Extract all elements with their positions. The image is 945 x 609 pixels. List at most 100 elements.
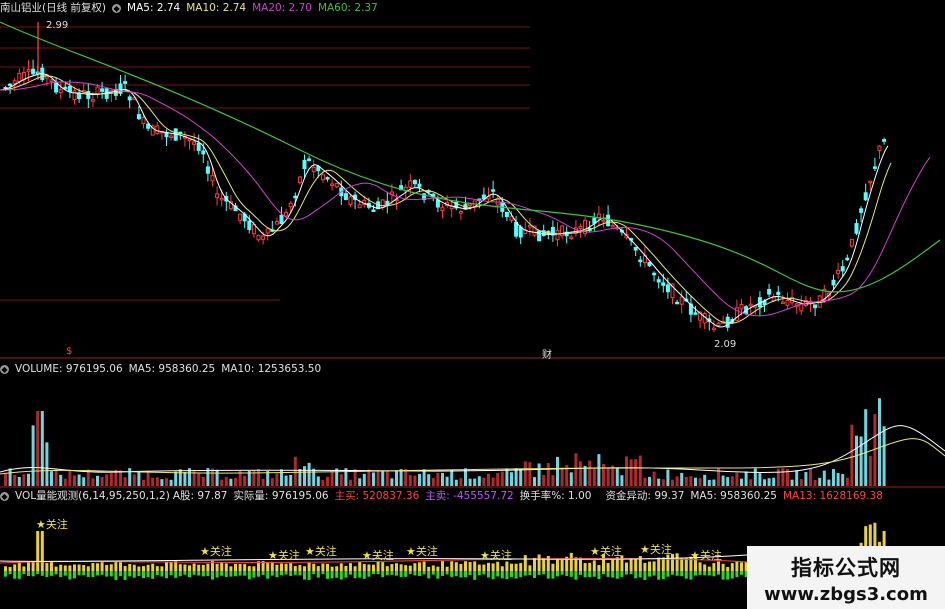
volume-bar: [395, 470, 398, 486]
attention-marker: ★关注: [200, 544, 232, 558]
candle-body: [845, 257, 850, 261]
candle-body: [155, 125, 160, 135]
sell-bar: [280, 571, 283, 576]
sell-bar: [629, 571, 633, 575]
volume-bar: [201, 476, 205, 486]
sell-bar: [197, 571, 201, 576]
buy-bar: [634, 559, 638, 571]
volume-bar: [505, 468, 509, 486]
volume-bar: [615, 468, 619, 486]
volume-bar: [698, 478, 702, 486]
buy-bar: [473, 561, 477, 571]
sell-bar: [82, 571, 86, 576]
sell-bar: [592, 571, 596, 577]
volume-bar: [763, 479, 766, 486]
buy-bar: [496, 561, 500, 571]
buy-bar: [284, 563, 288, 571]
buy-bar: [201, 564, 205, 571]
volume-bar: [45, 442, 49, 486]
volume-bar: [850, 424, 854, 486]
buy-bar: [178, 564, 182, 571]
volume-value: VOLUME: 976195.06: [15, 363, 123, 375]
buy-bar: [326, 563, 329, 571]
vol-indicator-name[interactable]: VOL量能观测(6,14,95,250,1,2): [15, 489, 170, 503]
attention-marker: ★关注: [36, 517, 68, 531]
candle-body: [307, 158, 312, 161]
sell-bar: [188, 571, 191, 578]
attention-marker: ★关注: [406, 544, 438, 558]
volume-bar: [629, 459, 633, 486]
volume-bar: [721, 475, 725, 486]
candle-body: [343, 193, 348, 200]
buy-bar: [740, 562, 743, 571]
settings-circle-icon[interactable]: ◆: [0, 491, 9, 501]
volume-bar: [155, 477, 159, 486]
volume-bar: [362, 473, 366, 486]
volume-bar: [261, 478, 265, 486]
buy-bar: [132, 564, 136, 571]
volume-bar: [257, 468, 260, 486]
volume-bar: [882, 426, 886, 486]
volume-bar: [583, 465, 587, 486]
volume-ma10: MA10: 1253653.50: [221, 363, 322, 375]
stock-title[interactable]: 南山铝业(日线 前复权): [0, 1, 106, 15]
candlestick-chart[interactable]: [0, 0, 945, 362]
volume-bar: [358, 478, 362, 486]
sell-bar: [132, 571, 136, 578]
sell-bar: [109, 571, 113, 577]
sell-bar: [40, 571, 44, 576]
candle-body: [274, 221, 279, 225]
buy-bar: [50, 561, 53, 571]
settings-circle-icon[interactable]: ◆: [0, 364, 9, 374]
volume-bar: [399, 469, 403, 486]
volume-bar: [868, 455, 872, 486]
buy-bar: [505, 561, 509, 571]
sell-bar: [137, 571, 141, 577]
volume-bar: [445, 476, 449, 486]
candle-body: [284, 211, 289, 217]
sell-bar: [13, 571, 17, 579]
sell-bar: [560, 571, 564, 575]
sell-bar: [206, 571, 210, 576]
sell-bar: [726, 571, 730, 580]
buy-bar: [330, 566, 334, 571]
sell-bar: [404, 571, 408, 577]
volume-bar: [790, 479, 794, 486]
volume-chart[interactable]: [0, 376, 945, 488]
buy-bar: [712, 563, 716, 571]
buy-bar: [638, 556, 642, 571]
volume-bar: [537, 463, 541, 486]
volume-bar: [215, 469, 219, 486]
sell-bar: [620, 571, 624, 577]
volume-bar: [326, 476, 329, 486]
sell-bar: [178, 571, 182, 577]
buy-bar: [413, 563, 417, 571]
volume-bar: [418, 473, 421, 486]
sell-bar: [496, 571, 500, 577]
volume-bar: [477, 476, 481, 486]
volume-bar: [818, 477, 822, 486]
volume-bar: [827, 479, 831, 486]
buy-bar: [353, 566, 357, 571]
buy-bar: [583, 563, 587, 571]
buy-bar: [22, 566, 26, 571]
sell-bar: [468, 571, 472, 575]
candle-body: [440, 207, 445, 212]
candle-body: [882, 139, 887, 142]
sell-bar: [500, 571, 504, 579]
attention-marker: ★关注: [305, 544, 337, 558]
volume-bar: [749, 479, 753, 486]
buy-bar: [376, 561, 380, 571]
volume-bar: [758, 473, 762, 486]
sell-bar: [27, 571, 30, 576]
volume-bar: [634, 459, 638, 486]
volume-bar: [822, 470, 826, 486]
sell-bar: [533, 571, 536, 578]
sell-bar: [215, 571, 219, 578]
settings-circle-icon[interactable]: ◆: [112, 3, 122, 13]
volume-bar: [335, 468, 339, 486]
attention-marker: ★关注: [590, 544, 622, 558]
buy-bar: [381, 562, 385, 571]
volume-bar: [40, 411, 44, 486]
watermark-url: www.zbgs3.com: [764, 584, 928, 605]
